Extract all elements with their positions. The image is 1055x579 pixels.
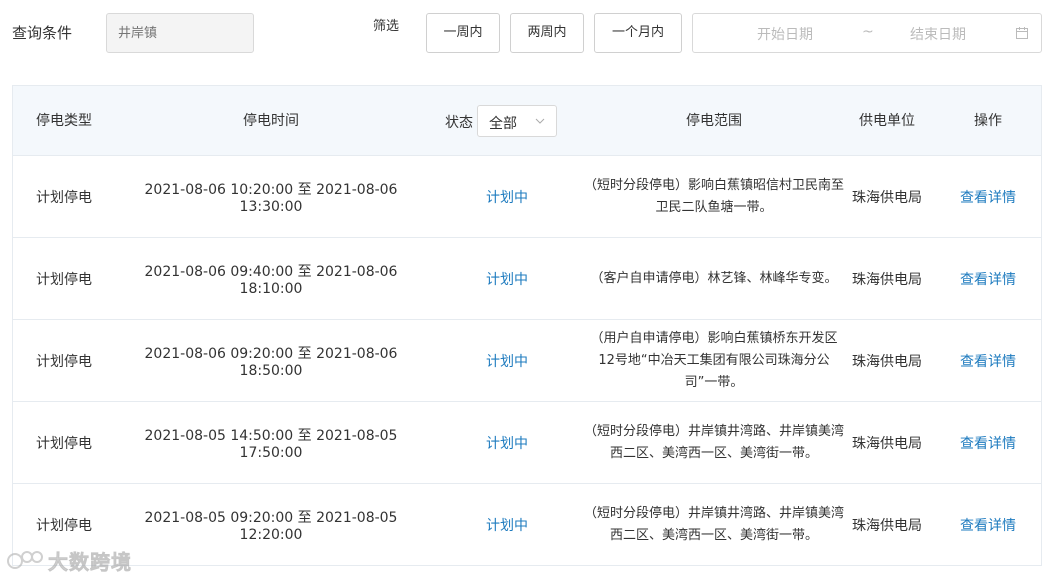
cell-supply-unit: 珠海供电局 bbox=[852, 190, 922, 206]
view-details-link[interactable]: 查看详情 bbox=[960, 515, 1016, 535]
outage-table: 停电类型 停电时间 状态 全部 停电范围 供电单位 操作 计划停电 2021-0… bbox=[12, 85, 1042, 566]
cell-status: 计划中 bbox=[486, 436, 528, 452]
header-supply-unit: 供电单位 bbox=[859, 113, 915, 129]
cell-operation: 查看详情 bbox=[935, 238, 1041, 320]
cell-supply-unit: 珠海供电局 bbox=[852, 518, 922, 534]
cell-outage-scope: （用户自申请停电）影响白蕉镇桥东开发区12号地“中冶天工集团有限公司珠海分公司”… bbox=[590, 331, 838, 390]
watermark-text: 大数跨境 bbox=[48, 549, 132, 574]
header-status-label: 状态 bbox=[445, 115, 473, 131]
cell-supply-unit: 珠海供电局 bbox=[852, 354, 922, 370]
view-details-link[interactable]: 查看详情 bbox=[960, 187, 1016, 207]
header-outage-time: 停电时间 bbox=[243, 113, 299, 129]
watermark-logo-icon bbox=[7, 551, 43, 569]
cell-status: 计划中 bbox=[486, 190, 528, 206]
table-row: 计划停电 2021-08-06 10:20:00 至 2021-08-06 13… bbox=[13, 156, 1041, 238]
chevron-down-icon bbox=[535, 118, 545, 124]
cell-outage-scope: （短时分段停电）井岸镇井湾路、井岸镇美湾西二区、美湾西一区、美湾街一带。 bbox=[583, 506, 844, 543]
within-one-month-button[interactable]: 一个月内 bbox=[594, 13, 682, 53]
table-row: 计划停电 2021-08-06 09:20:00 至 2021-08-06 18… bbox=[13, 320, 1041, 402]
cell-outage-time: 2021-08-05 09:20:00 至 2021-08-05 12:20:0… bbox=[144, 510, 398, 543]
cell-operation: 查看详情 bbox=[935, 320, 1041, 402]
cell-outage-type: 计划停电 bbox=[36, 272, 92, 288]
cell-operation: 查看详情 bbox=[935, 156, 1041, 238]
cell-supply-unit: 珠海供电局 bbox=[852, 272, 922, 288]
cell-outage-scope: （短时分段停电）影响白蕉镇昭信村卫民南至卫民二队鱼塘一带。 bbox=[583, 178, 844, 215]
within-two-weeks-button[interactable]: 两周内 bbox=[510, 13, 584, 53]
cell-outage-type: 计划停电 bbox=[36, 436, 92, 452]
cell-outage-time: 2021-08-06 09:20:00 至 2021-08-06 18:50:0… bbox=[144, 346, 398, 379]
query-conditions-label: 查询条件 bbox=[12, 24, 73, 42]
cell-outage-time: 2021-08-06 10:20:00 至 2021-08-06 13:30:0… bbox=[144, 182, 398, 215]
cell-status: 计划中 bbox=[486, 272, 528, 288]
cell-outage-type: 计划停电 bbox=[36, 190, 92, 206]
header-outage-type: 停电类型 bbox=[36, 113, 92, 129]
cell-status: 计划中 bbox=[486, 518, 528, 534]
view-details-link[interactable]: 查看详情 bbox=[960, 433, 1016, 453]
view-details-link[interactable]: 查看详情 bbox=[960, 269, 1016, 289]
table-row: 计划停电 2021-08-06 09:40:00 至 2021-08-06 18… bbox=[13, 238, 1041, 320]
end-date-placeholder[interactable]: 结束日期 bbox=[910, 24, 966, 44]
cell-outage-scope: （短时分段停电）井岸镇井湾路、井岸镇美湾西二区、美湾西一区、美湾街一带。 bbox=[583, 424, 844, 461]
town-input[interactable] bbox=[106, 13, 254, 53]
cell-operation: 查看详情 bbox=[935, 484, 1041, 566]
status-select-value: 全部 bbox=[489, 116, 517, 132]
cell-status: 计划中 bbox=[486, 354, 528, 370]
date-range-picker[interactable]: 开始日期 ~ 结束日期 bbox=[692, 13, 1042, 53]
cell-outage-time: 2021-08-05 14:50:00 至 2021-08-05 17:50:0… bbox=[144, 428, 398, 461]
header-operation: 操作 bbox=[974, 113, 1002, 129]
within-one-week-button[interactable]: 一周内 bbox=[426, 13, 500, 53]
screen-label: 筛选 bbox=[373, 19, 400, 34]
cell-outage-time: 2021-08-06 09:40:00 至 2021-08-06 18:10:0… bbox=[144, 264, 398, 297]
status-select[interactable]: 全部 bbox=[477, 105, 557, 137]
cell-supply-unit: 珠海供电局 bbox=[852, 436, 922, 452]
cell-outage-type: 计划停电 bbox=[36, 354, 92, 370]
cell-outage-scope: （客户自申请停电）林艺锋、林峰华专变。 bbox=[590, 271, 838, 286]
header-outage-scope: 停电范围 bbox=[686, 113, 742, 129]
table-row: 计划停电 2021-08-05 09:20:00 至 2021-08-05 12… bbox=[13, 484, 1041, 566]
view-details-link[interactable]: 查看详情 bbox=[960, 351, 1016, 371]
date-separator: ~ bbox=[862, 24, 874, 40]
calendar-icon[interactable] bbox=[1015, 26, 1029, 40]
filter-bar: 查询条件 筛选 一周内 两周内 一个月内 开始日期 ~ 结束日期 bbox=[0, 0, 1055, 70]
table-row: 计划停电 2021-08-05 14:50:00 至 2021-08-05 17… bbox=[13, 402, 1041, 484]
table-header: 停电类型 停电时间 状态 全部 停电范围 供电单位 操作 bbox=[13, 86, 1041, 156]
cell-operation: 查看详情 bbox=[935, 402, 1041, 484]
start-date-placeholder[interactable]: 开始日期 bbox=[757, 24, 813, 44]
watermark: 大数跨境 bbox=[6, 546, 132, 574]
